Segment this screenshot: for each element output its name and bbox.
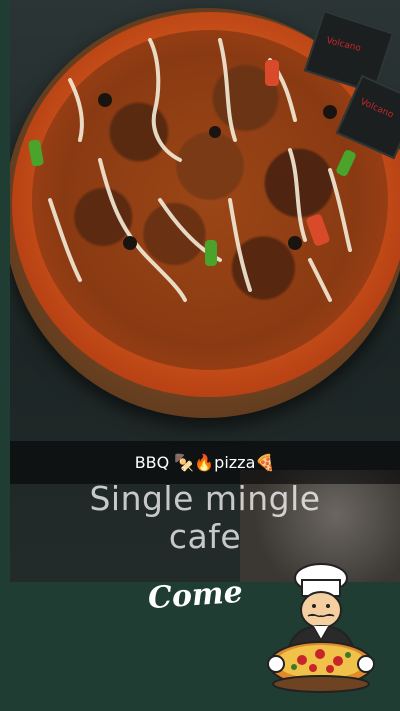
chef-icon <box>267 563 375 693</box>
headline-line-1: Single mingle <box>89 479 321 518</box>
headline-line-2: cafe <box>168 517 242 556</box>
mayo-drizzle <box>28 38 356 302</box>
pizza-icon <box>268 641 374 693</box>
caption-bar: BBQ 🍢🔥pizza🍕 <box>10 441 400 484</box>
headline: Single mingle cafe <box>10 480 400 556</box>
come-text: Come <box>146 574 244 617</box>
caption-text: BBQ 🍢🔥pizza🍕 <box>134 453 276 472</box>
